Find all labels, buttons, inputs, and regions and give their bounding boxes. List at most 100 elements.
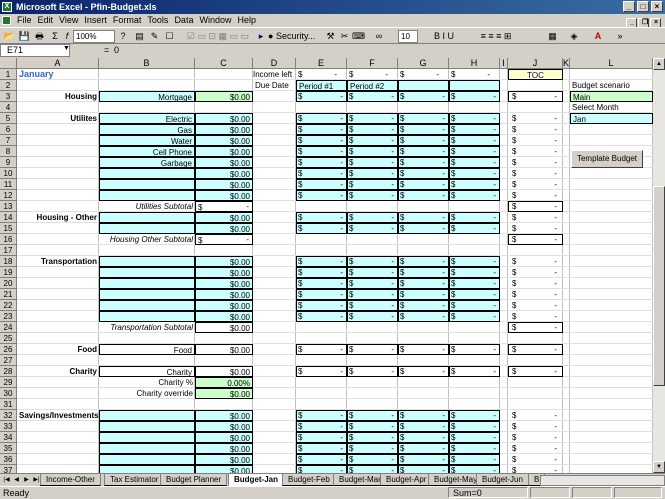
category-housing[interactable]: Housing: [17, 91, 99, 102]
menu-view[interactable]: View: [56, 14, 81, 27]
item-garbage[interactable]: Garbage: [99, 157, 195, 168]
row-header[interactable]: 14: [0, 212, 17, 223]
row-header[interactable]: 7: [0, 135, 17, 146]
minimize-button[interactable]: _: [623, 1, 635, 12]
row-header[interactable]: 20: [0, 278, 17, 289]
tools-icon[interactable]: ✂: [338, 30, 351, 43]
amount-cell[interactable]: $0.00: [195, 344, 253, 355]
category-transportation[interactable]: Transportation: [17, 256, 99, 267]
align-icon[interactable]: ≡ ≡ ≡ ⊞: [466, 30, 526, 43]
row-header[interactable]: 2: [0, 80, 17, 91]
row-header[interactable]: 15: [0, 223, 17, 234]
toc-link[interactable]: TOC: [508, 69, 563, 80]
scroll-thumb[interactable]: [653, 186, 665, 386]
amount-cell[interactable]: $0.00: [195, 168, 253, 179]
column-header[interactable]: A: [17, 58, 99, 69]
sheet-tab[interactable]: Budget-Mar: [333, 474, 387, 486]
charity-pct-input[interactable]: 0.00%: [195, 377, 253, 388]
row-header[interactable]: 8: [0, 146, 17, 157]
row-header[interactable]: 30: [0, 388, 17, 399]
menu-tools[interactable]: Tools: [144, 14, 171, 27]
vb-editor-icon[interactable]: ⚒: [324, 30, 337, 43]
menu-format[interactable]: Format: [110, 14, 145, 27]
menu-edit[interactable]: Edit: [35, 14, 57, 27]
row-header[interactable]: 13: [0, 201, 17, 212]
sheet-tab[interactable]: Budget-Jan: [228, 474, 284, 486]
chevron-down-icon[interactable]: ▼: [63, 45, 70, 52]
prev-sheet-icon[interactable]: ◀: [12, 475, 21, 485]
housing-other-subtotal-label[interactable]: Housing Other Subtotal: [99, 234, 195, 245]
scroll-down-arrow[interactable]: ▼: [653, 461, 665, 473]
category-housing-other[interactable]: Housing - Other: [17, 212, 99, 223]
borders-icon[interactable]: ▦: [546, 30, 559, 43]
row-header[interactable]: 25: [0, 333, 17, 344]
sheet-tab[interactable]: Budget-Feb: [282, 474, 336, 486]
menu-file[interactable]: File: [14, 14, 35, 27]
next-sheet-icon[interactable]: ▶: [22, 475, 31, 485]
amount-cell[interactable]: $0.00: [195, 91, 253, 102]
row-header[interactable]: 21: [0, 289, 17, 300]
budget-scenario-input[interactable]: Main: [570, 91, 653, 102]
row-header[interactable]: 29: [0, 377, 17, 388]
drawing-icon[interactable]: ✎: [148, 30, 161, 43]
security-button[interactable]: ● Security...: [268, 30, 320, 43]
amount-cell[interactable]: $0.00: [195, 113, 253, 124]
font-size-select[interactable]: 10: [398, 30, 418, 43]
item-water[interactable]: Water: [99, 135, 195, 146]
row-header[interactable]: 22: [0, 300, 17, 311]
row-header[interactable]: 36: [0, 454, 17, 465]
row-header[interactable]: 26: [0, 344, 17, 355]
row-header[interactable]: 18: [0, 256, 17, 267]
period1-header[interactable]: Period #1: [296, 80, 347, 91]
item-cell_phone[interactable]: Cell Phone: [99, 146, 195, 157]
sheet-tab[interactable]: Tax Estimator: [104, 474, 165, 486]
row-header[interactable]: 32: [0, 410, 17, 421]
autosum-icon[interactable]: Σ: [50, 30, 60, 43]
column-header[interactable]: E: [296, 58, 347, 69]
column-header[interactable]: J: [508, 58, 563, 69]
charity-override-input[interactable]: $0.00: [195, 388, 253, 399]
amount-cell[interactable]: $0.00: [195, 267, 253, 278]
chart-icon[interactable]: ▤: [133, 30, 146, 43]
zoom-select[interactable]: 100%: [73, 30, 115, 43]
column-header[interactable]: G: [398, 58, 449, 69]
print-icon[interactable]: 🖶: [33, 30, 46, 43]
amount-cell[interactable]: $0.00: [195, 421, 253, 432]
amount-cell[interactable]: $0.00: [195, 432, 253, 443]
row-header[interactable]: 16: [0, 234, 17, 245]
row-header[interactable]: 28: [0, 366, 17, 377]
spreadsheet-grid[interactable]: A B C D E F G H I J K L 1 2 3 4 5 6 7 8 9 10 11 12 13 14 15 16 17 18 1…: [0, 58, 653, 473]
period-header[interactable]: [449, 80, 500, 91]
item-food[interactable]: Food: [99, 344, 195, 355]
amount-cell[interactable]: $0.00: [195, 223, 253, 234]
menu-help[interactable]: Help: [234, 14, 259, 27]
menu-insert[interactable]: Insert: [81, 14, 110, 27]
due-date-header[interactable]: Due Date: [253, 80, 296, 91]
amount-cell[interactable]: $0.00: [195, 311, 253, 322]
amount-cell[interactable]: $0.00: [195, 256, 253, 267]
row-header[interactable]: 33: [0, 421, 17, 432]
form-icon[interactable]: ☐: [163, 30, 176, 43]
menu-data[interactable]: Data: [171, 14, 196, 27]
column-header[interactable]: K: [563, 58, 570, 69]
amount-cell[interactable]: $0.00: [195, 179, 253, 190]
category-utilities[interactable]: Utilites: [17, 113, 99, 124]
column-header[interactable]: F: [347, 58, 398, 69]
sheet-tab[interactable]: Budget-Jun: [476, 474, 529, 486]
function-icon[interactable]: f: [62, 30, 72, 43]
control-toolbox-icon[interactable]: ⌨: [352, 30, 365, 43]
row-header[interactable]: 24: [0, 322, 17, 333]
amount-cell[interactable]: $0.00: [195, 212, 253, 223]
row-header[interactable]: 5: [0, 113, 17, 124]
item-gas[interactable]: Gas: [99, 124, 195, 135]
month-title[interactable]: January: [17, 69, 99, 80]
amount-cell[interactable]: $0.00: [195, 465, 253, 473]
row-header[interactable]: 6: [0, 124, 17, 135]
item-electric[interactable]: Electric: [99, 113, 195, 124]
select-all-corner[interactable]: [0, 58, 17, 69]
scroll-up-arrow[interactable]: ▲: [653, 58, 665, 70]
workbook-icon[interactable]: [2, 16, 11, 25]
amount-cell[interactable]: $0.00: [195, 190, 253, 201]
row-header[interactable]: 19: [0, 267, 17, 278]
sheet-tab[interactable]: Income-Other: [40, 474, 101, 486]
